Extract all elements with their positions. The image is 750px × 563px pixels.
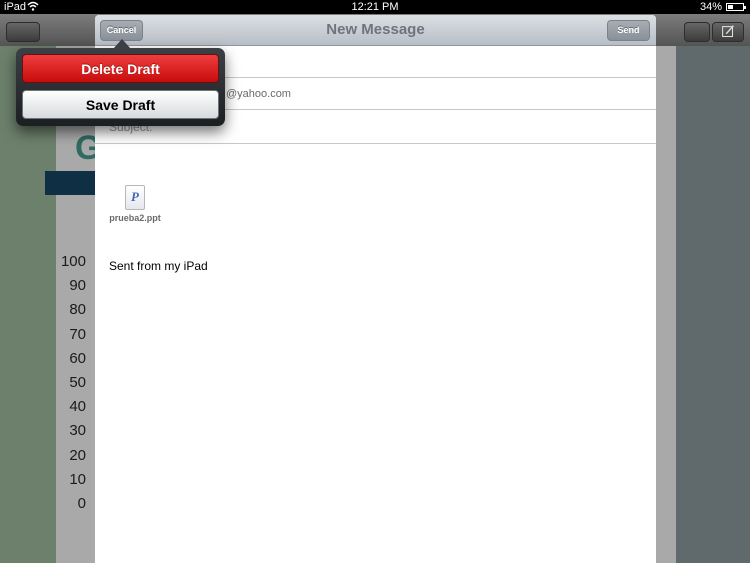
- compose-icon[interactable]: [712, 22, 744, 42]
- delete-draft-button[interactable]: Delete Draft: [22, 54, 219, 83]
- message-body[interactable]: Sent from my iPad: [109, 259, 208, 273]
- battery-percent: 34%: [699, 1, 722, 13]
- axis-tick-label: 60: [69, 349, 86, 367]
- status-bar: iPad 12:21 PM 34%: [0, 0, 750, 14]
- compose-navbar: Cancel New Message Send: [95, 15, 656, 46]
- send-button[interactable]: Send: [607, 20, 650, 41]
- attachment-name: prueba2.ppt: [109, 213, 161, 223]
- save-draft-button[interactable]: Save Draft: [22, 90, 219, 119]
- draft-popover: Delete Draft Save Draft: [16, 48, 225, 126]
- axis-tick-label: 30: [69, 422, 86, 440]
- axis-tick-label: 90: [69, 277, 86, 295]
- axis-tick-label: 50: [69, 374, 86, 391]
- axis-tick-label: 10: [69, 470, 86, 488]
- battery-icon: [726, 3, 746, 11]
- ppt-file-icon: P: [125, 185, 145, 210]
- axis-tick-label: 80: [69, 301, 86, 319]
- attachment[interactable]: P prueba2.ppt: [109, 185, 161, 223]
- reply-button[interactable]: [684, 22, 710, 42]
- background-document-edge: [656, 46, 676, 563]
- clock: 12:21 PM: [351, 1, 399, 13]
- background-banner: [45, 171, 96, 195]
- popover-arrow: [113, 39, 131, 49]
- background-panel: [676, 46, 750, 563]
- mailboxes-button[interactable]: [6, 22, 40, 42]
- axis-tick-label: 20: [69, 446, 86, 464]
- axis-tick-label: 40: [69, 398, 86, 416]
- axis-tick-label: 0: [77, 495, 86, 512]
- address-value: @yahoo.com: [226, 88, 291, 100]
- axis-tick-label: 100: [60, 253, 86, 270]
- axis-tick-label: 70: [69, 325, 86, 343]
- compose-title: New Message: [326, 21, 425, 38]
